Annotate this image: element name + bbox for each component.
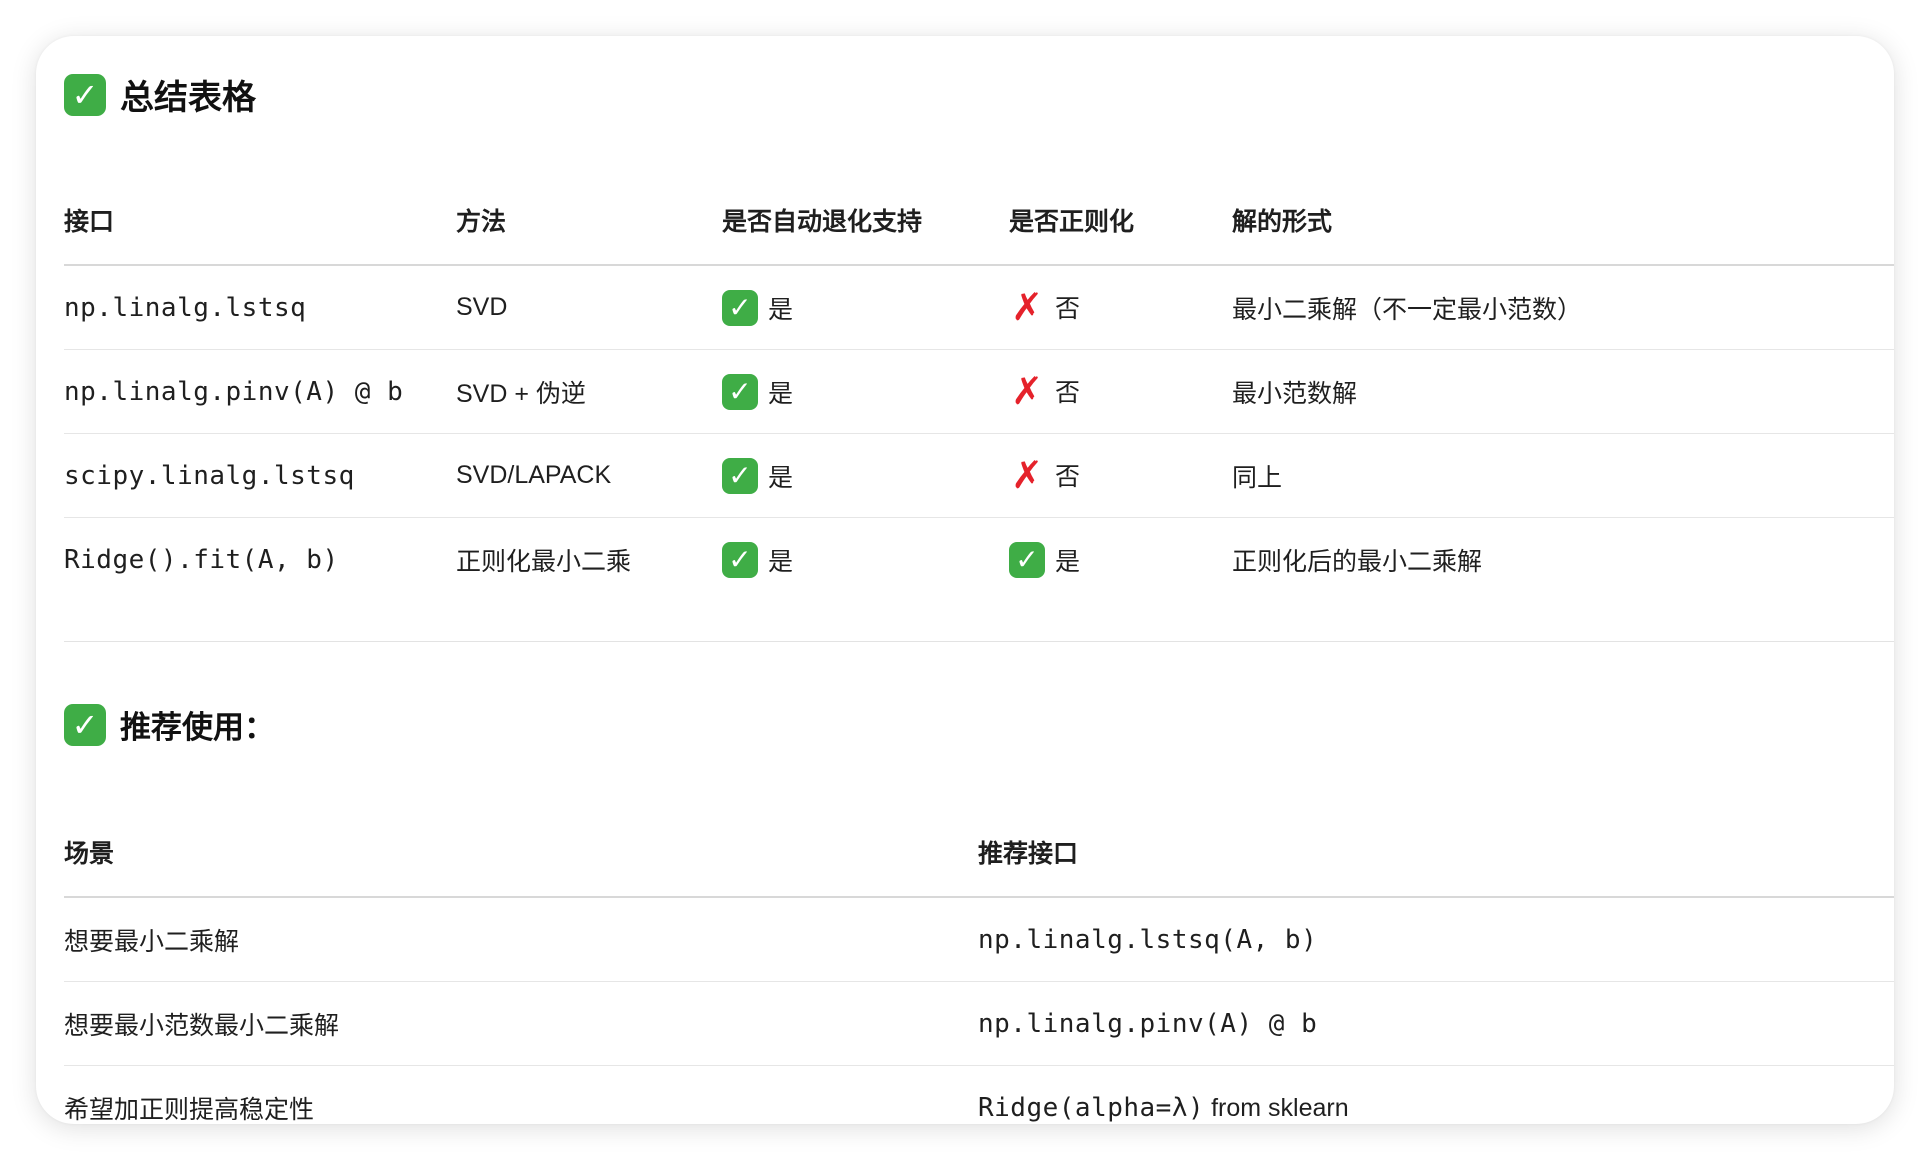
check-icon: ✓ — [722, 373, 758, 410]
interface-code: Ridge(alpha=λ) — [978, 1092, 1205, 1123]
auto-degrade-value: 是 — [768, 547, 794, 576]
auto-degrade-cell: ✓ 是 — [722, 433, 1009, 518]
recommend-table: 场景 推荐接口 想要最小二乘解 np.linalg.lstsq(A, b) 想要… — [64, 808, 1894, 1124]
solution-cell: 最小二乘解（不一定最小范数） — [1232, 265, 1894, 350]
table-row: Ridge().fit(A, b) 正则化最小二乘 ✓ 是 ✓ 是 正则化后的最小二… — [64, 518, 1894, 602]
auto-degrade-cell: ✓ 是 — [722, 265, 1009, 350]
method-cell: SVD/LAPACK — [456, 433, 722, 518]
table-row: scipy.linalg.lstsq SVD/LAPACK ✓ 是 ✗ 否 同上 — [64, 433, 1894, 518]
interface-cell: np.linalg.pinv(A) @ b — [978, 981, 1894, 1066]
check-icon: ✓ — [64, 73, 106, 116]
method-cell: SVD — [456, 265, 722, 350]
cross-icon: ✗ — [1011, 368, 1043, 413]
col-header-solution: 解的形式 — [1232, 176, 1894, 266]
col-header-interface: 接口 — [64, 176, 456, 266]
solution-cell: 最小范数解 — [1232, 349, 1894, 434]
recommend-heading-text: 推荐使用： — [120, 710, 275, 745]
scenario-cell: 想要最小范数最小二乘解 — [64, 981, 978, 1066]
content-card: ✓ 总结表格 接口 方法 是否自动退化支持 是否正则化 解的形式 np.lina… — [36, 36, 1894, 1124]
summary-heading-text: 总结表格 — [120, 79, 256, 117]
interface-cell: Ridge().fit(A, b) — [64, 544, 339, 575]
interface-cell: np.linalg.lstsq — [64, 265, 456, 350]
interface-cell: scipy.linalg.lstsq — [64, 433, 456, 518]
col-header-recommended-interface: 推荐接口 — [978, 808, 1894, 898]
method-cell: SVD + 伪逆 — [456, 349, 722, 434]
interface-cell: np.linalg.pinv(A) @ b — [64, 349, 456, 434]
summary-table: 接口 方法 是否自动退化支持 是否正则化 解的形式 np.linalg.lsts… — [64, 176, 1894, 601]
table-row: np.linalg.lstsq SVD ✓ 是 ✗ 否 最小二乘解（不一定最小范数） — [64, 265, 1894, 350]
auto-degrade-value: 是 — [768, 295, 794, 324]
recommend-heading: ✓ 推荐使用： — [64, 702, 275, 747]
table-row: 想要最小二乘解 np.linalg.lstsq(A, b) — [64, 897, 1894, 982]
regularized-cell: ✓ 是 — [1009, 518, 1232, 602]
scenario-cell: 希望加正则提高稳定性 — [64, 1095, 315, 1124]
col-header-regularized: 是否正则化 — [1009, 176, 1232, 266]
interface-suffix: from sklearn — [1204, 1093, 1349, 1122]
table-row: 想要最小范数最小二乘解 np.linalg.pinv(A) @ b — [64, 981, 1894, 1066]
solution-cell: 正则化后的最小二乘解 — [1232, 547, 1483, 576]
solution-cell: 同上 — [1232, 433, 1894, 518]
cross-icon: ✗ — [1011, 284, 1043, 329]
table-row: np.linalg.pinv(A) @ b SVD + 伪逆 ✓ 是 ✗ 否 最小范… — [64, 349, 1894, 434]
summary-heading: ✓ 总结表格 — [64, 70, 256, 119]
interface-cell: Ridge(alpha=λ) from sklearn — [978, 1066, 1894, 1125]
table-header-row: 场景 推荐接口 — [64, 808, 1894, 898]
interface-code: np.linalg.lstsq(A, b) — [978, 924, 1318, 955]
col-header-scenario: 场景 — [64, 808, 978, 898]
regularized-value: 否 — [1055, 378, 1081, 407]
table-row: 希望加正则提高稳定性 Ridge(alpha=λ) from sklearn — [64, 1066, 1894, 1125]
table-header-row: 接口 方法 是否自动退化支持 是否正则化 解的形式 — [64, 176, 1894, 266]
section-divider — [64, 641, 1894, 642]
scenario-cell: 想要最小二乘解 — [64, 897, 978, 982]
check-icon: ✓ — [64, 703, 106, 746]
regularized-value: 否 — [1055, 294, 1081, 323]
regularized-value: 否 — [1055, 462, 1081, 491]
check-icon: ✓ — [722, 457, 758, 494]
auto-degrade-value: 是 — [768, 379, 794, 408]
check-icon: ✓ — [722, 541, 758, 578]
regularized-value: 是 — [1055, 547, 1081, 576]
auto-degrade-cell: ✓ 是 — [722, 349, 1009, 434]
regularized-cell: ✗ 否 — [1009, 433, 1232, 518]
method-cell: 正则化最小二乘 — [456, 547, 632, 576]
interface-cell: np.linalg.lstsq(A, b) — [978, 897, 1894, 982]
auto-degrade-cell: ✓ 是 — [722, 518, 1009, 602]
col-header-auto-degrade: 是否自动退化支持 — [722, 176, 1009, 266]
cross-icon: ✗ — [1011, 452, 1043, 497]
regularized-cell: ✗ 否 — [1009, 349, 1232, 434]
regularized-cell: ✗ 否 — [1009, 265, 1232, 350]
col-header-method: 方法 — [456, 176, 722, 266]
check-icon: ✓ — [722, 289, 758, 326]
interface-code: np.linalg.pinv(A) @ b — [978, 1008, 1318, 1039]
check-icon: ✓ — [1009, 541, 1045, 578]
auto-degrade-value: 是 — [768, 463, 794, 492]
